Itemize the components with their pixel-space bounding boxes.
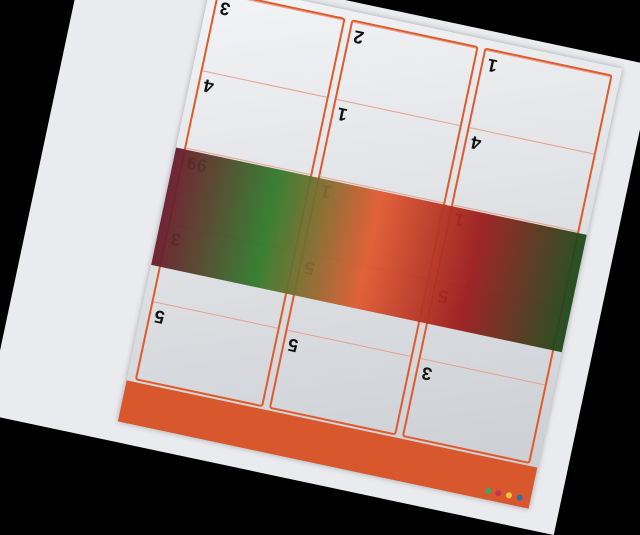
color-dot-icon bbox=[505, 491, 513, 499]
item-price: 2 bbox=[351, 26, 366, 48]
item-price: 4 bbox=[201, 74, 216, 97]
item-price: 1 bbox=[485, 54, 500, 77]
item-price: 3 bbox=[217, 0, 232, 20]
color-dot-icon bbox=[516, 494, 524, 502]
item-price: 4 bbox=[468, 131, 483, 154]
item-price: 5 bbox=[286, 334, 301, 357]
item-price: 1 bbox=[335, 103, 350, 126]
item-price: 5 bbox=[152, 306, 167, 328]
item-price: 3 bbox=[419, 363, 434, 385]
color-dot-icon bbox=[495, 489, 503, 497]
color-dot-icon bbox=[484, 487, 492, 495]
